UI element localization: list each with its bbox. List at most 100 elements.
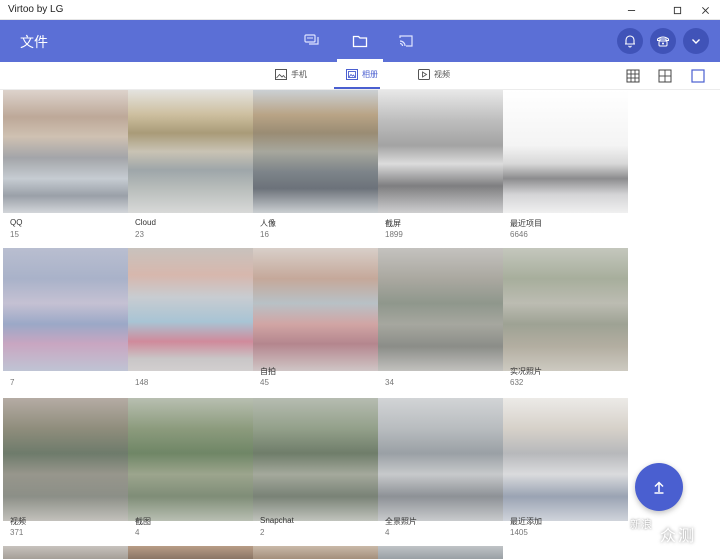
album-count: 148	[135, 378, 149, 387]
tab-screen-cast[interactable]	[383, 20, 429, 62]
watermark: 新浪 众测	[630, 515, 716, 553]
gallery-icon	[346, 69, 358, 80]
album-thumbnail	[253, 546, 378, 559]
tab-messages[interactable]	[289, 20, 335, 62]
album-thumbnail	[253, 398, 378, 521]
album-subtabs: 手机 相册 视频	[0, 62, 720, 90]
album-card[interactable]: 最近项目 6646	[503, 90, 628, 240]
album-card[interactable]: 7	[3, 248, 128, 398]
phone-icon	[657, 36, 669, 47]
folder-icon	[352, 35, 368, 48]
album-card[interactable]: 最近添加 1405	[503, 398, 628, 548]
album-name: 人像	[260, 219, 276, 228]
album-name: QQ	[10, 218, 23, 227]
album-thumbnail	[253, 90, 378, 213]
album-thumbnail	[378, 398, 503, 521]
subtab-albums[interactable]: 相册	[346, 69, 378, 80]
album-thumbnail	[503, 398, 628, 521]
chevron-down-icon	[692, 39, 700, 44]
album-name: 最近项目	[510, 219, 542, 228]
album-name: 最近添加	[510, 517, 542, 526]
grid-single-icon[interactable]	[691, 69, 705, 83]
album-count: 371	[10, 528, 24, 537]
close-icon	[701, 6, 709, 14]
album-count: 34	[385, 378, 394, 387]
album-card[interactable]: QQ 15	[3, 90, 128, 240]
album-thumbnail	[128, 398, 253, 521]
album-thumbnail	[503, 90, 628, 213]
minimize-icon	[627, 9, 635, 11]
grid-large-icon[interactable]	[658, 69, 672, 83]
album-count: 4	[135, 528, 140, 537]
app-header: 文件	[0, 20, 720, 62]
album-thumbnail	[3, 90, 128, 213]
subtab-phone[interactable]: 手机	[275, 69, 307, 80]
album-count: 1405	[510, 528, 528, 537]
app-title: Virtoo by LG	[8, 4, 64, 15]
subtab-video-label: 视频	[434, 70, 450, 79]
album-thumbnail	[128, 546, 253, 559]
album-thumbnail	[3, 248, 128, 371]
album-count: 632	[510, 378, 524, 387]
album-count: 45	[260, 378, 269, 387]
album-count: 4	[385, 528, 390, 537]
album-card[interactable]: Snapchat 2	[253, 398, 378, 548]
album-thumbnail	[378, 546, 503, 559]
album-card[interactable]: 全景照片 4	[378, 398, 503, 548]
minimize-button[interactable]	[616, 0, 646, 20]
tab-files[interactable]	[337, 20, 383, 62]
album-card[interactable]: 人像 16	[253, 90, 378, 240]
video-icon	[418, 69, 430, 80]
upload-button[interactable]	[635, 463, 683, 511]
album-name: 自拍	[260, 367, 276, 376]
album-name: Cloud	[135, 218, 156, 227]
subtab-albums-label: 相册	[362, 70, 378, 79]
album-card[interactable]: 148	[128, 248, 253, 398]
maximize-icon	[673, 6, 681, 14]
album-thumbnail	[3, 398, 128, 521]
album-thumbnail	[128, 90, 253, 213]
album-count: 23	[135, 230, 144, 239]
album-thumbnail	[503, 248, 628, 371]
image-icon	[275, 69, 287, 80]
album-count: 7	[10, 378, 15, 387]
album-count: 16	[260, 230, 269, 239]
window-titlebar: Virtoo by LG	[0, 0, 720, 20]
album-thumbnail	[378, 90, 503, 213]
album-card[interactable]: 截图 4	[128, 398, 253, 548]
album-thumbnail	[3, 546, 128, 559]
subtab-video[interactable]: 视频	[418, 69, 450, 80]
expand-menu-button[interactable]	[683, 28, 709, 54]
screen-cast-icon	[399, 35, 413, 47]
album-thumbnail	[378, 248, 503, 371]
maximize-button[interactable]	[662, 0, 692, 20]
watermark-text: 众测	[660, 528, 697, 545]
phone-button[interactable]	[650, 28, 676, 54]
notifications-button[interactable]	[617, 28, 643, 54]
album-card[interactable]: 34	[378, 248, 503, 398]
active-subtab-indicator	[334, 87, 380, 89]
album-card[interactable]: 视频 371	[3, 398, 128, 548]
album-name: 实况照片	[510, 367, 542, 376]
album-card[interactable]: 截屏 1899	[378, 90, 503, 240]
subtab-phone-label: 手机	[291, 70, 307, 79]
album-count: 15	[10, 230, 19, 239]
messages-icon	[304, 34, 319, 45]
page-title: 文件	[20, 34, 48, 50]
grid-small-icon[interactable]	[626, 69, 640, 83]
close-button[interactable]	[690, 0, 720, 20]
album-name: 视频	[10, 517, 26, 526]
album-thumbnail	[128, 248, 253, 371]
upload-icon	[654, 481, 664, 494]
album-card[interactable]: 自拍 45	[253, 248, 378, 398]
bell-icon	[625, 35, 635, 48]
album-name: Snapchat	[260, 516, 294, 525]
album-name: 截屏	[385, 219, 401, 228]
album-name: 全景照片	[385, 517, 417, 526]
album-grid: QQ 15 Cloud 23 人像 16 截屏 1899 最近项目 6646 7…	[0, 90, 640, 559]
album-card[interactable]: Cloud 23	[128, 90, 253, 240]
album-count: 2	[260, 528, 265, 537]
album-thumbnail	[253, 248, 378, 371]
watermark-logo: 新浪	[630, 519, 652, 531]
album-card[interactable]: 实况照片 632	[503, 248, 628, 398]
